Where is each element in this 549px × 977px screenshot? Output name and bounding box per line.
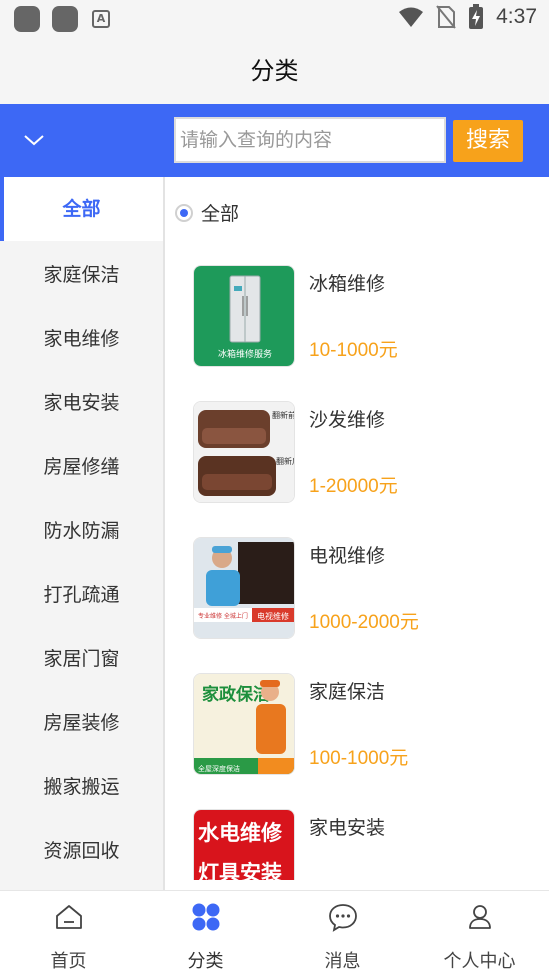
search-input[interactable] bbox=[174, 117, 446, 163]
sidebar-item-all[interactable]: 全部 bbox=[0, 177, 163, 241]
nav-home[interactable]: 首页 bbox=[0, 891, 137, 977]
filter-radio-all[interactable]: 全部 bbox=[175, 199, 239, 226]
product-price: 10-1000元 bbox=[309, 340, 398, 361]
bottom-nav: 首页 分类 消息 个人中心 bbox=[0, 890, 549, 977]
product-name: 电视维修 bbox=[309, 545, 386, 567]
sidebar-item-appliance-install[interactable]: 家电安装 bbox=[0, 371, 163, 435]
product-card[interactable]: 翻新前 翻新后 沙发维修 1-20000元 bbox=[193, 401, 523, 505]
product-name: 家庭保洁 bbox=[309, 681, 386, 703]
status-bar: A 4:37 bbox=[0, 0, 549, 38]
thumb-caption: 冰箱维修服务 bbox=[218, 348, 272, 360]
sidebar-item-waterproofing[interactable]: 防水防漏 bbox=[0, 499, 163, 563]
product-card[interactable]: 水电维修 灯具安装 家电安装 bbox=[193, 809, 523, 880]
thumb-caption: 专业维修 全城上门 bbox=[198, 612, 248, 620]
thumb-caption: 水电维修 bbox=[198, 820, 283, 845]
product-price: 1-20000元 bbox=[309, 476, 398, 497]
wifi-icon bbox=[399, 7, 424, 27]
sidebar-item-home-cleaning[interactable]: 家庭保洁 bbox=[0, 243, 163, 307]
radio-selected-icon[interactable] bbox=[175, 203, 193, 222]
a-icon: A bbox=[92, 10, 110, 28]
app-icon bbox=[52, 6, 78, 32]
product-thumbnail[interactable]: 水电维修 灯具安装 bbox=[193, 809, 295, 880]
sidebar-item-house-repair[interactable]: 房屋修缮 bbox=[0, 435, 163, 499]
thumb-caption: 翻新后 bbox=[276, 456, 295, 466]
chevron-down-icon[interactable] bbox=[22, 128, 46, 152]
thumb-caption: 灯具安装 bbox=[198, 860, 282, 880]
nav-profile-label: 个人中心 bbox=[443, 951, 516, 972]
app-icon bbox=[14, 6, 40, 32]
product-price: 100-1000元 bbox=[309, 748, 409, 769]
thumb-caption: 电视维修 bbox=[257, 611, 289, 621]
nav-category-label: 分类 bbox=[187, 951, 224, 972]
product-card[interactable]: 家政保洁 全屋深度保洁 家庭保洁 100-1000元 bbox=[193, 673, 523, 777]
category-sidebar: 全部 家庭保洁 家电维修 家电安装 房屋修缮 防水防漏 打孔疏通 家居门窗 房屋… bbox=[0, 177, 163, 890]
category-icon bbox=[192, 903, 220, 931]
search-bar: 搜索 bbox=[0, 104, 549, 177]
sidebar-item-appliance-repair[interactable]: 家电维修 bbox=[0, 307, 163, 371]
product-name: 家电安装 bbox=[309, 817, 386, 839]
sidebar-item-renovation[interactable]: 房屋装修 bbox=[0, 691, 163, 755]
nav-profile[interactable]: 个人中心 bbox=[411, 891, 548, 977]
thumb-caption: 家政保洁 bbox=[202, 684, 270, 705]
filter-label: 全部 bbox=[201, 203, 240, 225]
product-thumbnail[interactable]: 家政保洁 全屋深度保洁 bbox=[193, 673, 295, 775]
search-button[interactable]: 搜索 bbox=[453, 120, 523, 162]
product-name: 沙发维修 bbox=[309, 409, 386, 431]
page-title: 分类 bbox=[250, 57, 299, 85]
product-thumbnail[interactable]: 专业维修 全城上门 电视维修 bbox=[193, 537, 295, 639]
nav-messages[interactable]: 消息 bbox=[274, 891, 411, 977]
product-list: 全部 冰箱维修服务 冰箱维修 10-1000元 翻新前 翻新 沙发维修 1-20… bbox=[165, 177, 549, 880]
home-icon bbox=[56, 905, 82, 929]
nav-messages-label: 消息 bbox=[324, 951, 361, 972]
product-card[interactable]: 冰箱维修服务 冰箱维修 10-1000元 bbox=[193, 265, 523, 369]
product-card[interactable]: 专业维修 全城上门 电视维修 电视维修 1000-2000元 bbox=[193, 537, 523, 641]
product-name: 冰箱维修 bbox=[309, 273, 386, 295]
sidebar-item-doors-windows[interactable]: 家居门窗 bbox=[0, 627, 163, 691]
battery-charging-icon bbox=[469, 4, 484, 29]
sidebar-item-drilling-unclog[interactable]: 打孔疏通 bbox=[0, 563, 163, 627]
thumb-caption: 全屋深度保洁 bbox=[198, 764, 240, 773]
product-price: 1000-2000元 bbox=[309, 612, 419, 633]
product-thumbnail[interactable]: 翻新前 翻新后 bbox=[193, 401, 295, 503]
no-sim-icon bbox=[436, 5, 456, 29]
title-bar: 分类 bbox=[0, 38, 549, 104]
thumb-caption: 翻新前 bbox=[272, 410, 295, 420]
message-icon bbox=[329, 904, 357, 932]
sidebar-item-recycling[interactable]: 资源回收 bbox=[0, 819, 163, 883]
user-icon bbox=[469, 905, 491, 929]
status-time: 4:37 bbox=[496, 5, 537, 28]
product-thumbnail[interactable]: 冰箱维修服务 bbox=[193, 265, 295, 367]
nav-home-label: 首页 bbox=[50, 951, 87, 972]
nav-category[interactable]: 分类 bbox=[137, 891, 274, 977]
sidebar-item-moving[interactable]: 搬家搬运 bbox=[0, 755, 163, 819]
